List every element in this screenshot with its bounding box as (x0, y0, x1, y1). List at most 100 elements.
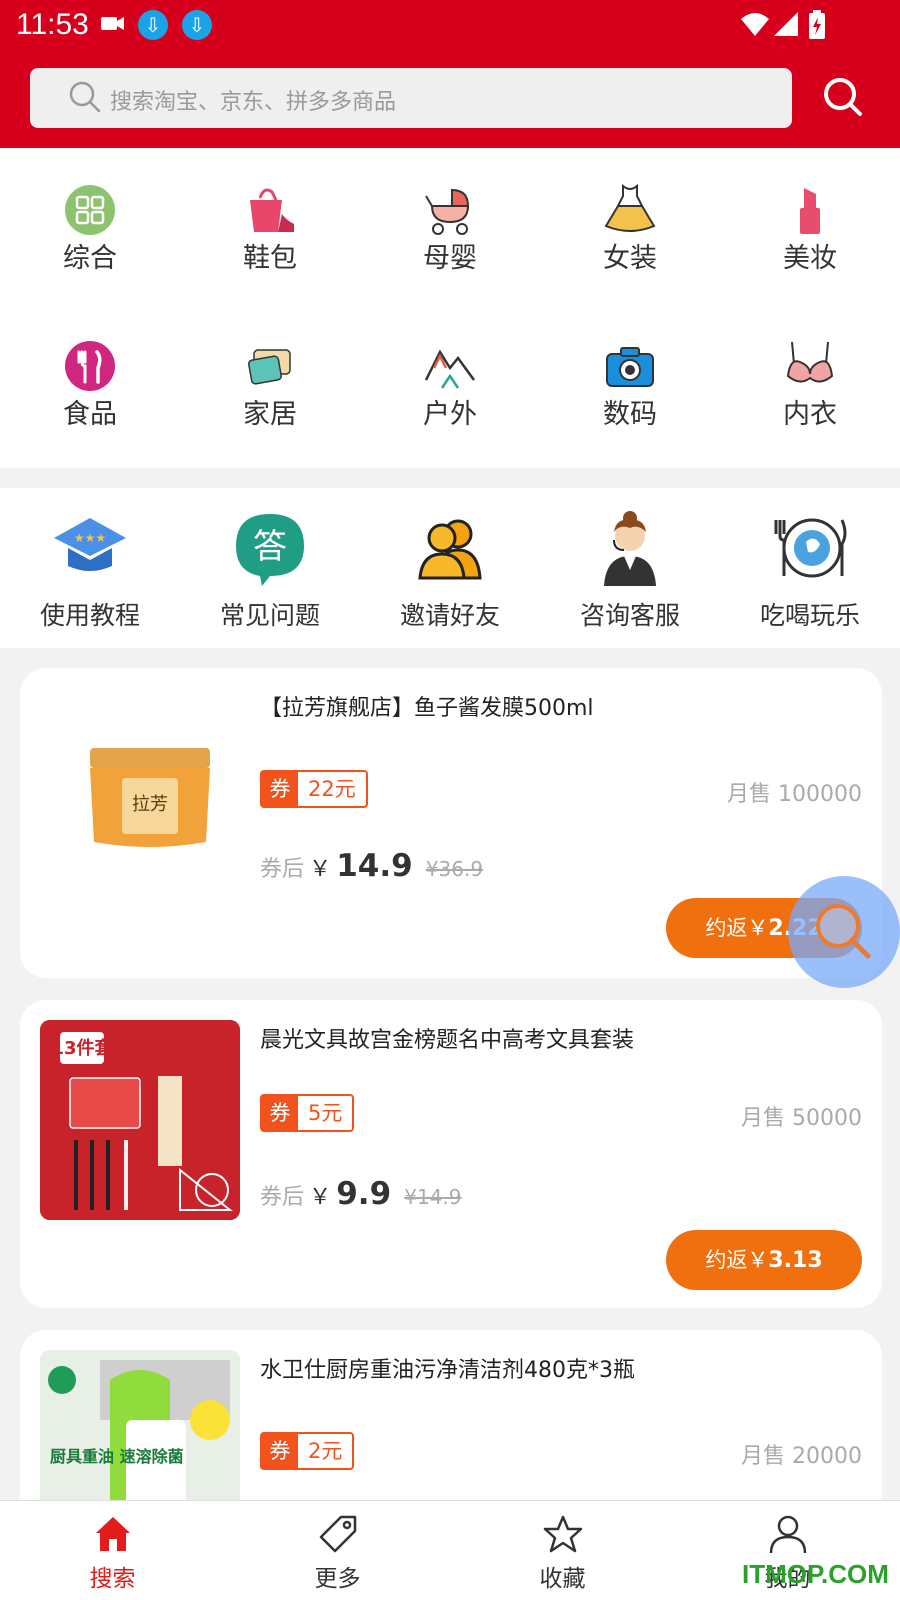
category-neiyi[interactable]: 内衣 (720, 340, 900, 431)
nav-label: 搜索 (89, 1566, 136, 1592)
tool-faq[interactable]: 答 常见问题 (180, 510, 360, 632)
bra-icon (784, 340, 836, 392)
category-label: 户外 (423, 399, 477, 430)
category-nvzhuang[interactable]: 女装 (540, 183, 720, 275)
product-title[interactable]: 晨光文具故宫金榜题名中高考文具套装 (260, 1022, 634, 1054)
product-title[interactable]: 【拉芳旗舰店】鱼子酱发膜500ml (260, 690, 594, 722)
category-label: 内衣 (783, 399, 837, 430)
tool-label: 使用教程 (39, 601, 140, 630)
currency-symbol: ￥ (309, 1185, 332, 1210)
coupon-value: 22元 (308, 777, 356, 801)
battery-icon (808, 10, 826, 44)
svg-text:拉芳: 拉芳 (132, 794, 168, 815)
category-label: 食品 (63, 399, 117, 430)
signal-icon (772, 10, 800, 42)
status-time: 11:53 (16, 8, 89, 41)
graduation-cap-icon: ★★★ (52, 510, 128, 586)
friends-icon (412, 510, 488, 586)
original-price: ¥36.9 (425, 857, 484, 881)
category-meizhuang[interactable]: 美妆 (720, 184, 900, 275)
user-icon (767, 1513, 809, 1555)
coupon-tag: 券 (262, 1096, 298, 1130)
handbag-icon (244, 184, 296, 236)
category-grid: 综合 鞋包 母婴 女装 美妆 食品 家居 户外 数码 内衣 (0, 148, 900, 468)
final-price: 14.9 (336, 848, 413, 884)
category-shuma[interactable]: 数码 (540, 340, 720, 431)
app-header: 11:53 ⇩ ⇩ 搜索淘宝、京东、拼多多商品 (0, 0, 900, 148)
search-button[interactable] (822, 76, 864, 122)
rebate-prefix: 约返￥ (705, 916, 769, 940)
category-huwai[interactable]: 户外 (360, 340, 540, 431)
thumb-badge: 13件套 (51, 1037, 112, 1059)
coupon-value: 5元 (308, 1101, 343, 1125)
category-label: 数码 (603, 399, 657, 430)
category-label: 女装 (603, 243, 657, 274)
stroller-icon (424, 184, 476, 236)
category-label: 鞋包 (243, 243, 297, 274)
dress-icon (604, 183, 656, 236)
lipstick-icon (784, 184, 836, 236)
nav-favorites[interactable]: 收藏 (450, 1513, 675, 1593)
monthly-sales: 月售 20000 (741, 1444, 862, 1469)
tool-label: 常见问题 (219, 601, 320, 630)
category-label: 家居 (243, 399, 297, 430)
download-icon-2: ⇩ (182, 10, 212, 40)
currency-symbol: ￥ (309, 857, 332, 882)
original-price: ¥14.9 (404, 1185, 462, 1209)
nav-search[interactable]: 搜索 (0, 1513, 225, 1593)
tool-support[interactable]: 咨询客服 (540, 510, 720, 632)
monthly-sales: 月售 50000 (741, 1106, 862, 1131)
after-coupon-label: 券后 (260, 857, 305, 882)
category-muying[interactable]: 母婴 (360, 184, 540, 275)
wifi-icon (740, 10, 770, 42)
camera-icon (604, 340, 656, 392)
category-label: 综合 (63, 243, 117, 274)
video-record-icon (100, 10, 126, 40)
coupon-badge: 券 2元 (260, 1432, 355, 1470)
svg-text:★★★: ★★★ (74, 531, 106, 545)
bottom-navigation: 搜索 更多 收藏 我的 ITMOP.COM (0, 1500, 900, 1600)
category-label: 美妆 (783, 243, 837, 274)
fork-knife-icon (64, 340, 116, 392)
rebate-button[interactable]: 约返￥3.13 (666, 1230, 862, 1290)
nav-more[interactable]: 更多 (225, 1513, 450, 1593)
tool-invite[interactable]: 邀请好友 (360, 510, 540, 632)
product-image[interactable]: 拉芳 (50, 692, 250, 892)
towel-icon (244, 340, 296, 392)
tool-tutorial[interactable]: ★★★ 使用教程 (0, 510, 180, 632)
product-card[interactable]: 厨具重油 速溶除菌 水卫仕厨房重油污净清洁剂480克*3瓶 券 2元 月售 20… (20, 1330, 882, 1550)
tag-icon (317, 1513, 359, 1555)
search-input[interactable]: 搜索淘宝、京东、拼多多商品 (110, 84, 396, 116)
product-card[interactable]: 13件套 晨光文具故宫金榜题名中高考文具套装 券 5元 月售 50000 券后 … (20, 1000, 882, 1308)
product-image[interactable]: 13件套 (40, 1020, 240, 1220)
coupon-value: 2元 (308, 1439, 343, 1463)
category-xiebao[interactable]: 鞋包 (180, 184, 360, 275)
tool-label: 吃喝玩乐 (759, 601, 860, 630)
customer-service-icon (592, 510, 668, 586)
status-bar: 11:53 ⇩ ⇩ (0, 0, 900, 50)
category-jiaju[interactable]: 家居 (180, 340, 360, 431)
category-label: 母婴 (423, 243, 477, 274)
tool-dining[interactable]: 吃喝玩乐 (720, 510, 900, 632)
answer-bubble-icon: 答 (232, 510, 308, 586)
product-card[interactable]: 拉芳 【拉芳旗舰店】鱼子酱发膜500ml 券 22元 月售 100000 券后 … (20, 668, 882, 978)
tool-label: 邀请好友 (399, 601, 500, 630)
grid-icon (64, 184, 116, 236)
tool-row: ★★★ 使用教程 答 常见问题 邀请好友 咨询客服 吃喝玩乐 (0, 488, 900, 648)
svg-text:答: 答 (253, 527, 287, 567)
coupon-badge: 券 5元 (260, 1094, 355, 1132)
monthly-sales: 月售 100000 (727, 782, 862, 807)
download-icon: ⇩ (138, 10, 168, 40)
thumb-text: 厨具重油 速溶除菌 (50, 1447, 184, 1466)
category-zonghe[interactable]: 综合 (0, 184, 180, 275)
floating-search-button[interactable] (788, 876, 900, 988)
nav-label: 更多 (314, 1566, 361, 1592)
after-coupon-label: 券后 (260, 1185, 305, 1210)
rebate-value: 3.13 (768, 1248, 823, 1273)
home-icon (92, 1513, 134, 1555)
final-price: 9.9 (336, 1176, 392, 1212)
product-title[interactable]: 水卫仕厨房重油污净清洁剂480克*3瓶 (260, 1352, 635, 1384)
category-shipin[interactable]: 食品 (0, 340, 180, 431)
star-icon (542, 1513, 584, 1555)
search-bar[interactable]: 搜索淘宝、京东、拼多多商品 (30, 68, 792, 128)
